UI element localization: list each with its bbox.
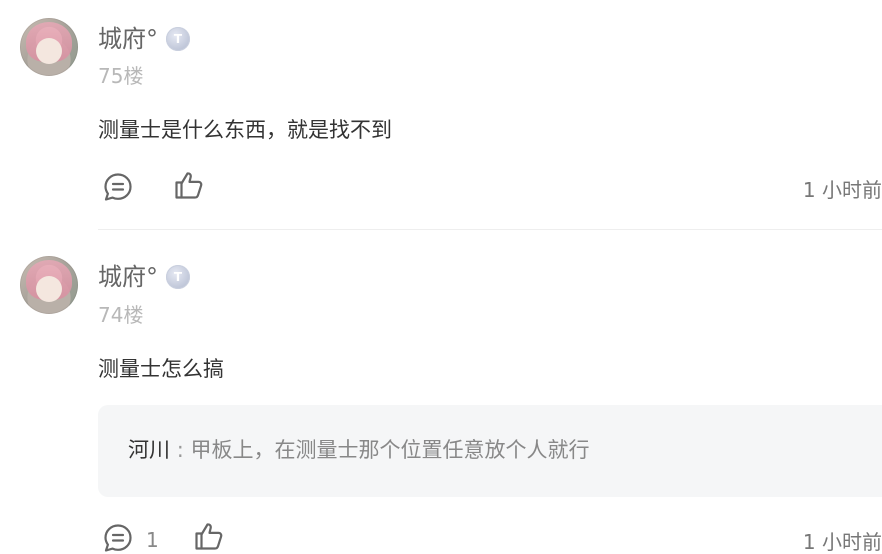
floor-number: 75楼 [98,64,144,88]
user-level-badge-icon: T [166,27,190,51]
comment-count: 1 [146,528,159,552]
comment-text: 测量士怎么搞 [98,357,224,381]
username[interactable]: 城府° [98,24,158,54]
floor-number: 74楼 [98,303,144,327]
reply-author[interactable]: 河川 [128,438,170,462]
timestamp: 1 小时前 [802,530,882,554]
reply-separator: : [176,438,184,462]
reply-preview[interactable]: 河川 : 甲板上，在测量士那个位置任意放个人就行 [98,405,882,497]
comment-icon[interactable] [102,171,134,203]
comment-item: 城府° T 74楼 测量士怎么搞 河川 : 甲板上，在测量士那个位置任意放个人就… [0,230,882,554]
user-level-badge-icon: T [166,265,190,289]
comment-icon[interactable] [102,522,134,554]
avatar[interactable] [20,18,78,76]
avatar[interactable] [20,256,78,314]
username[interactable]: 城府° [98,262,158,292]
thumbs-up-icon[interactable] [193,520,225,552]
timestamp: 1 小时前 [802,178,882,202]
comment-item: 城府° T 75楼 测量士是什么东西，就是找不到 1 小时前 [0,0,882,230]
thumbs-up-icon[interactable] [173,169,205,201]
reply-text: 甲板上，在测量士那个位置任意放个人就行 [190,438,590,462]
comment-text: 测量士是什么东西，就是找不到 [98,118,392,142]
